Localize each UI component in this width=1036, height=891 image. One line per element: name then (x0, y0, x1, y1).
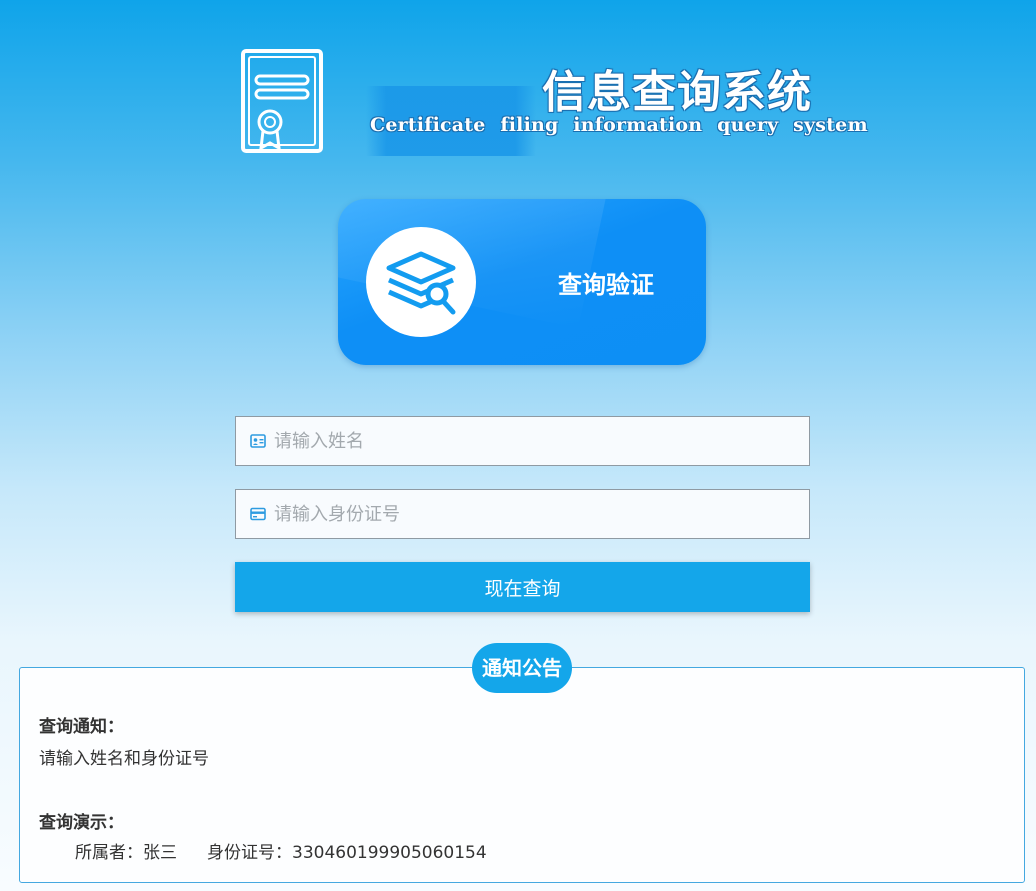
query-now-button[interactable]: 现在查询 (235, 562, 810, 612)
id-number-field[interactable] (235, 489, 810, 539)
name-field[interactable] (235, 416, 810, 466)
name-input[interactable] (274, 417, 804, 465)
layers-search-icon (386, 251, 456, 315)
certificate-icon (241, 49, 323, 153)
demo-id-label: 身份证号： (207, 843, 292, 863)
query-verify-card: 查询验证 (338, 199, 706, 365)
notice-panel: 查询通知： 请输入姓名和身份证号 查询演示： 所属者：张三 身份证号：330460… (19, 667, 1025, 883)
demo-owner-value: 张三 (143, 843, 177, 863)
notice-heading-demo: 查询演示： (39, 813, 124, 833)
verify-icon-circle (366, 227, 476, 337)
system-title: 信息查询系统 (542, 67, 812, 118)
page-header: 信息查询系统 Certificate filing information qu… (240, 48, 868, 158)
notice-badge: 通知公告 (472, 643, 572, 693)
notice-heading-query: 查询通知： (39, 717, 124, 737)
id-card-icon (250, 434, 266, 448)
demo-id-value: 330460199905060154 (292, 843, 487, 863)
id-number-input[interactable] (274, 490, 804, 538)
verify-label: 查询验证 (558, 271, 654, 299)
card-icon (250, 507, 266, 521)
demo-owner-label: 所属者： (75, 843, 143, 863)
notice-demo-line: 所属者：张三 身份证号：330460199905060154 (75, 838, 487, 863)
system-subtitle: Certificate filing information query sys… (370, 114, 868, 136)
notice-text-query: 请输入姓名和身份证号 (39, 749, 209, 769)
